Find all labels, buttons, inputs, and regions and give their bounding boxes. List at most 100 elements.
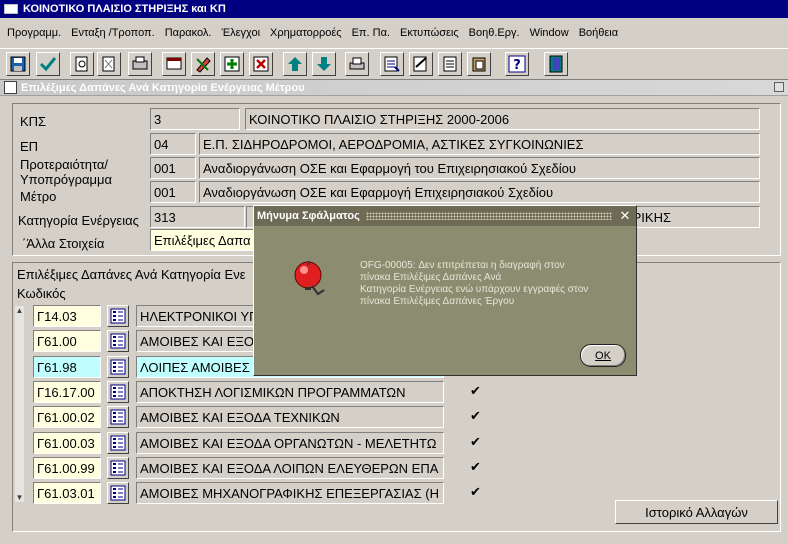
insert-record-button[interactable] [220, 52, 244, 76]
menu-monitoring[interactable]: Παρακολ. [160, 27, 217, 39]
scroll-up-icon[interactable]: ▲ [15, 306, 24, 315]
lookup-list-icon [110, 435, 126, 451]
close-icon[interactable]: ✕ [618, 209, 632, 223]
menu-checks[interactable]: Έλεγχοι [216, 27, 265, 39]
print-form-button[interactable] [128, 52, 152, 76]
lookup-list-icon [110, 485, 126, 501]
toolbar: ? [0, 48, 788, 80]
row-lookup-button[interactable] [107, 305, 129, 327]
category-label: Κατηγορία Ενέργειας [18, 213, 139, 228]
priority-label: Προτεραιότητα/ [20, 157, 109, 172]
save-button[interactable] [6, 52, 30, 76]
row-checkbox[interactable]: ✔ [470, 459, 481, 475]
row-lookup-button[interactable] [107, 432, 129, 454]
notes-button[interactable] [409, 52, 433, 76]
list-scrollbar[interactable]: ▲ ▼ [15, 306, 24, 502]
menu-inclusion[interactable]: Ενταξη /Τροποπ. [66, 27, 160, 39]
paste-button[interactable] [467, 52, 491, 76]
row-checkbox[interactable]: ✔ [470, 408, 481, 424]
kps-name-field[interactable]: ΚΟΙΝΟΤΙΚΟ ΠΛΑΙΣΙΟ ΣΤΗΡΙΞΗΣ 2000-2006 [245, 108, 760, 130]
document-icon [443, 56, 457, 72]
message-line: Κατηγορία Ενέργειας ενώ υπάρχουν εγγραφέ… [360, 284, 589, 295]
menu-prints[interactable]: Εκτυπώσεις [395, 27, 464, 39]
menu-window[interactable]: Window [525, 27, 574, 39]
ok-label: OK [595, 349, 611, 362]
other-info-field[interactable]: Επιλέξιμες Δαπα [150, 229, 260, 251]
menu-programs[interactable]: Προγραμμ. [2, 27, 66, 39]
row-lookup-button[interactable] [107, 406, 129, 428]
row-lookup-button[interactable] [107, 356, 129, 378]
row-description-field[interactable]: ΑΜΟΙΒΕΣ ΚΑΙ ΕΞΟΔΑ ΟΡΓΑΝΩΤΩΝ - ΜΕΛΕΤΗΤΩ [136, 432, 444, 454]
kps-code-field[interactable]: 3 [150, 108, 240, 130]
row-lookup-button[interactable] [107, 457, 129, 479]
list-heading: Επιλέξιμες Δαπάνες Ανά Κατηγορία Ενε [17, 267, 246, 282]
scroll-down-icon[interactable]: ▼ [15, 493, 24, 502]
alarm-bell-icon [294, 261, 325, 296]
clear-button[interactable] [97, 52, 121, 76]
form-window-icon[interactable] [4, 81, 17, 94]
dialog-title: Μήνυμα Σφάλματος [257, 210, 360, 222]
ep-name-field[interactable]: Ε.Π. ΣΙΔΗΡΟΔΡΟΜΟΙ, ΑΕΡΟΔΡΟΜΙΑ, ΑΣΤΙΚΕΣ Σ… [199, 133, 760, 155]
ep-label: ΕΠ [20, 139, 39, 154]
row-checkbox[interactable]: ✔ [470, 484, 481, 500]
next-record-button[interactable] [312, 52, 336, 76]
delete-record-button[interactable] [249, 52, 273, 76]
row-code-field[interactable]: Γ16.17.00 [33, 381, 101, 403]
measure-name-field[interactable]: Αναδιοργάνωση ΟΣΕ και Εφαρμογή Επιχειρησ… [199, 181, 760, 203]
history-button[interactable]: Ιστορικό Αλλαγών [615, 500, 778, 524]
lookup-list-icon [110, 359, 126, 375]
accept-button[interactable] [36, 52, 60, 76]
row-description-field[interactable]: ΑΠΟΚΤΗΣΗ ΛΟΓΙΣΜΙΚΩΝ ΠΡΟΓΡΑΜΜΑΤΩΝ [136, 381, 444, 403]
previous-record-button[interactable] [283, 52, 307, 76]
row-lookup-button[interactable] [107, 482, 129, 504]
delete-record-icon [253, 56, 269, 72]
exit-button[interactable] [544, 52, 568, 76]
row-description-field[interactable]: ΑΜΟΙΒΕΣ ΚΑΙ ΕΞΟΔΑ ΛΟΙΠΩΝ ΕΛΕΥΘΕΡΩΝ ΕΠΑ [136, 457, 444, 479]
message-line: πίνακα Επιλέξιμες Δαπάνες Έργου [360, 296, 515, 307]
priority-name-field[interactable]: Αναδιοργάνωση ΟΣΕ και Εφαρμογή του Επιχε… [199, 157, 760, 179]
form-title: Επιλέξιμες Δαπάνες Ανά Κατηγορία Ενέργει… [21, 81, 305, 94]
row-code-field[interactable]: Γ61.00.99 [33, 457, 101, 479]
minimize-button[interactable] [774, 82, 784, 92]
menu-ep-pa[interactable]: Επ. Πα. [347, 27, 395, 39]
help-button[interactable]: ? [505, 52, 529, 76]
dialog-message: OFG-00005: Δεν επιτρέπεται η διαγραφή στ… [360, 260, 630, 308]
enter-query-icon [166, 57, 182, 70]
row-code-field[interactable]: Γ61.98 [33, 356, 101, 378]
ep-code-field[interactable]: 04 [150, 133, 196, 155]
print-button[interactable] [345, 52, 369, 76]
menu-help-tools[interactable]: Βοηθ.Εργ. [464, 27, 525, 39]
subprogram-label: Υποπρόγραμμα [20, 172, 113, 187]
category-code-field[interactable]: 313 [150, 206, 245, 228]
message-line: πίνακα Επιλέξιμες Δαπάνες Ανά [360, 272, 502, 283]
row-description-field[interactable]: ΑΜΟΙΒΕΣ ΚΑΙ ΕΞΟΔΑ ΤΕΧΝΙΚΩΝ [136, 406, 444, 428]
window-system-icon[interactable] [4, 4, 18, 14]
ok-button[interactable]: OK [580, 344, 626, 367]
lookup-list-icon [110, 333, 126, 349]
row-code-field[interactable]: Γ61.00.02 [33, 406, 101, 428]
row-lookup-button[interactable] [107, 381, 129, 403]
document-button[interactable] [438, 52, 462, 76]
edit-button[interactable] [191, 52, 215, 76]
dialog-titlebar: Μήνυμα Σφάλματος ✕ [254, 206, 636, 226]
priority-code-field[interactable]: 001 [150, 157, 196, 179]
row-code-field[interactable]: Γ61.00.03 [33, 432, 101, 454]
lookup-list-icon [110, 384, 126, 400]
query-button[interactable] [70, 52, 94, 76]
menu-help[interactable]: Βοήθεια [574, 27, 623, 39]
next-record-icon [317, 57, 331, 71]
row-checkbox[interactable]: ✔ [470, 434, 481, 450]
list-button[interactable] [380, 52, 404, 76]
row-checkbox[interactable]: ✔ [470, 383, 481, 399]
enter-query-button[interactable] [162, 52, 186, 76]
row-code-field[interactable]: Γ14.03 [33, 305, 101, 327]
row-lookup-button[interactable] [107, 330, 129, 352]
row-code-field[interactable]: Γ61.03.01 [33, 482, 101, 504]
menu-cashflows[interactable]: Χρηματορροές [265, 27, 347, 39]
row-code-field[interactable]: Γ61.00 [33, 330, 101, 352]
row-description-field[interactable]: ΑΜΟΙΒΕΣ ΜΗΧΑΝΟΓΡΑΦΙΚΗΣ ΕΠΕΞΕΡΓΑΣΙΑΣ (Η [136, 482, 444, 504]
other-info-label: ΄Άλλα Στοιχεία [22, 236, 105, 251]
titlebar-pattern [365, 212, 612, 220]
measure-code-field[interactable]: 001 [150, 181, 196, 203]
insert-record-icon [224, 56, 240, 72]
